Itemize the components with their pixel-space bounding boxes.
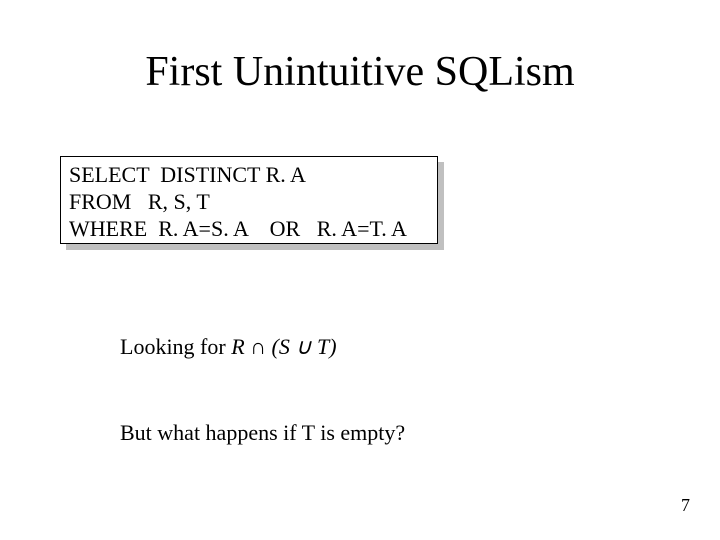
sql-line-1: SELECT DISTINCT R. A [69,162,306,187]
slide: First Unintuitive SQLism SELECT DISTINCT… [0,0,720,540]
page-number: 7 [681,495,690,516]
sql-code-box: SELECT DISTINCT R. A FROM R, S, T WHERE … [60,156,438,244]
looking-for-line: Looking for R ∩ (S ∪ T) [120,334,337,360]
formula: R ∩ (S ∪ T) [231,334,336,359]
sql-line-2: FROM R, S, T [69,189,210,214]
question-line: But what happens if T is empty? [120,420,405,446]
looking-for-label: Looking for [120,334,231,359]
slide-title: First Unintuitive SQLism [0,48,720,96]
sql-line-3: WHERE R. A=S. A OR R. A=T. A [69,216,407,241]
